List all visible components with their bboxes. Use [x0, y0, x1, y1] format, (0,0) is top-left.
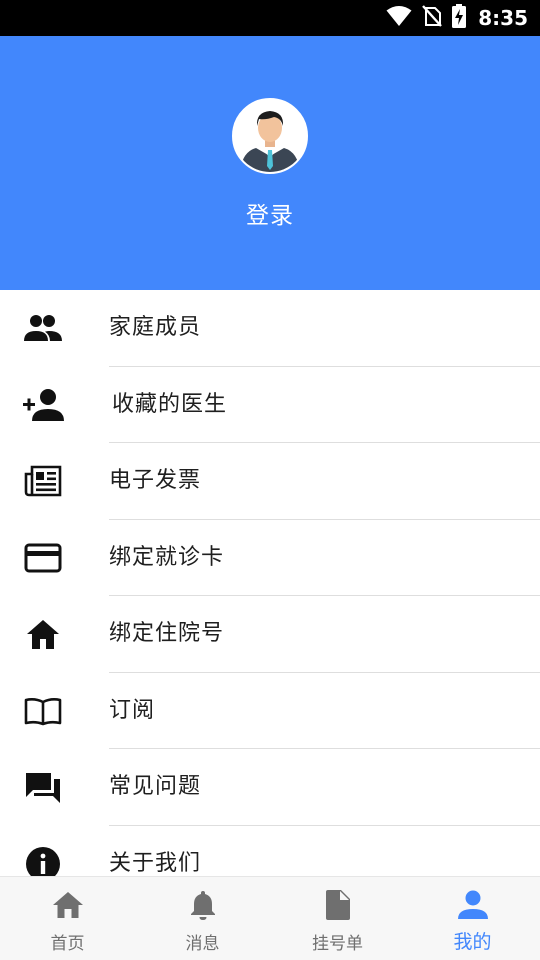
credit-card-icon: [22, 520, 64, 596]
person-icon: [457, 889, 489, 921]
no-sim-icon: [422, 5, 443, 31]
tab-appointments[interactable]: 挂号单: [270, 877, 405, 960]
people-icon: [22, 290, 64, 366]
menu-item-subscribe[interactable]: 订阅: [0, 673, 540, 749]
battery-charging-icon: [452, 4, 467, 32]
chat-icon: [22, 749, 64, 825]
document-icon: [322, 889, 354, 921]
login-link[interactable]: 登录: [0, 196, 540, 230]
newspaper-icon: [22, 443, 64, 519]
menu-item-label: 绑定住院号: [109, 621, 225, 646]
tab-label: 首页: [50, 934, 85, 954]
menu-item-favorite-doctors[interactable]: 收藏的医生: [0, 367, 540, 443]
menu-item-label: 电子发票: [109, 468, 202, 493]
menu-item-label: 订阅: [109, 697, 156, 723]
home-icon: [22, 596, 64, 672]
tab-messages[interactable]: 消息: [135, 877, 270, 960]
menu-item-family-members[interactable]: 家庭成员: [0, 290, 540, 367]
tab-mine[interactable]: 我的: [405, 877, 540, 960]
profile-header: 登录: [0, 36, 540, 290]
menu-item-label: 绑定就诊卡: [109, 544, 225, 570]
wifi-icon: [386, 5, 412, 31]
menu-item-about-us[interactable]: 关于我们: [0, 826, 540, 876]
tab-label: 我的: [453, 931, 492, 953]
menu-item-label: 收藏的医生: [112, 391, 228, 417]
tab-label: 消息: [185, 934, 220, 954]
menu-item-label: 关于我们: [109, 850, 202, 876]
person-add-icon: [22, 367, 64, 443]
home-icon: [52, 889, 84, 921]
status-icons: 8:35: [386, 0, 528, 36]
menu-item-e-invoice[interactable]: 电子发票: [0, 443, 540, 520]
info-icon: [22, 826, 64, 876]
bell-icon: [187, 889, 219, 921]
menu-item-label: 常见问题: [109, 774, 202, 799]
menu-item-faq[interactable]: 常见问题: [0, 749, 540, 826]
status-bar: 8:35: [0, 0, 540, 36]
menu-list: 家庭成员 收藏的医生 电子发票 绑定就诊卡 绑定住院号 订阅 常见问题 关于我们: [0, 290, 540, 876]
bottom-tab-bar: 首页 消息 挂号单 我的: [0, 876, 540, 960]
menu-item-label: 家庭成员: [109, 315, 202, 340]
menu-item-bind-card[interactable]: 绑定就诊卡: [0, 520, 540, 596]
user-avatar[interactable]: [232, 98, 308, 174]
menu-item-bind-inpatient[interactable]: 绑定住院号: [0, 596, 540, 673]
tab-home[interactable]: 首页: [0, 877, 135, 960]
tab-label: 挂号单: [312, 934, 363, 954]
status-time: 8:35: [478, 6, 528, 30]
book-icon: [22, 673, 64, 749]
